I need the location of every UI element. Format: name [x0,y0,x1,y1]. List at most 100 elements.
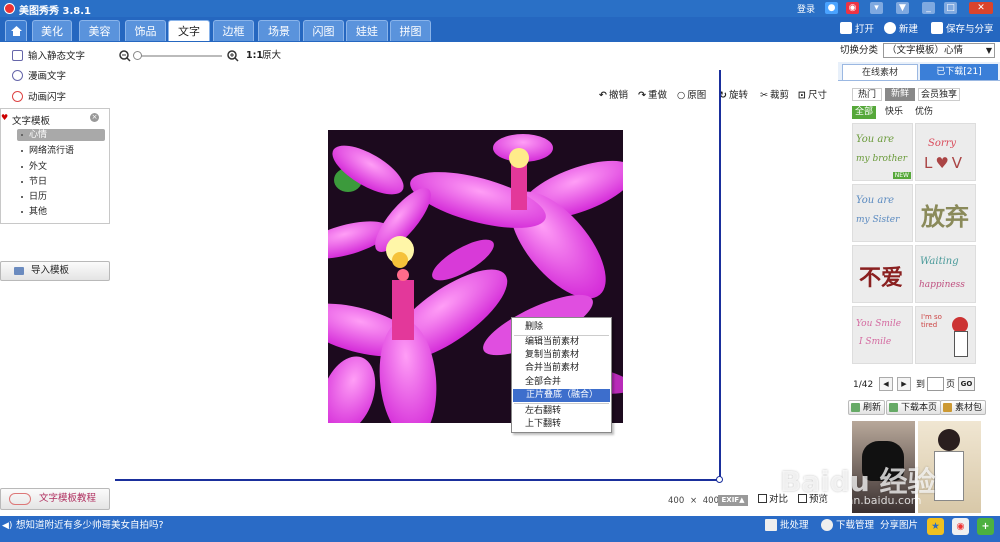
settings-icon[interactable]: ▼ [896,2,909,14]
tutorial-button[interactable]: 文字模板教程 [0,488,110,510]
skin-icon[interactable]: ▾ [870,2,883,14]
weibo-share-icon[interactable]: ◉ [952,518,969,535]
download-manage-button[interactable]: 下载管理 [836,516,874,536]
menu-flip-horizontal[interactable]: 左右翻转 [512,405,611,418]
next-page-button[interactable]: ▶ [897,377,911,391]
tab-online-material[interactable]: 在线素材 [842,64,918,80]
tab-text[interactable]: 文字 [168,20,210,41]
compare-icon [758,494,767,503]
maximize-icon[interactable]: □ [944,2,957,14]
save-share-button[interactable]: 保存与分享 [931,22,994,37]
folder-icon [840,22,852,34]
category-select[interactable]: （文字模板）心情 ▼ [883,43,995,58]
sticker-item[interactable]: You are my brother NEW [852,123,913,181]
weibo-icon[interactable]: ◉ [846,2,859,14]
sticker-text: tired [921,321,938,329]
filter-hot[interactable]: 热门 [852,88,882,101]
refresh-button[interactable]: 刷新 [848,400,886,415]
prev-page-button[interactable]: ◀ [879,377,893,391]
exif-button[interactable]: EXIF▲ [718,495,748,506]
canvas-guide-horizontal[interactable] [115,479,722,481]
filter-fresh[interactable]: 新鲜 [885,88,915,101]
tab-accessory[interactable]: 饰品 [125,20,166,41]
sticker-item[interactable]: Waiting happiness [915,245,976,303]
template-item-popular-phrases[interactable]: 网络流行语 [17,145,105,157]
download-manage-icon [821,519,833,531]
page-input[interactable] [927,377,944,391]
import-icon [14,267,24,275]
tab-beautify[interactable]: 美化 [32,20,72,41]
ratio-button[interactable]: 1:1 [246,50,263,62]
redo-button[interactable]: ↷ 重做 [638,90,667,102]
zoom-slider-thumb[interactable] [133,51,142,60]
sticker-item[interactable]: You are my Sister [852,184,913,242]
template-header: 文字模板 [12,116,51,127]
qq-icon[interactable]: ● [825,2,838,14]
resize-button[interactable]: ⊡ 尺寸 [798,90,827,102]
qzone-icon[interactable]: ★ [927,518,944,535]
rotate-button[interactable]: ↻ 旋转 [719,90,748,102]
menu-multiply-blend[interactable]: 正片叠底（融合） [513,389,610,402]
tab-downloaded[interactable]: 已下载[21] [920,64,998,80]
menu-flip-vertical[interactable]: 上下翻转 [512,418,611,431]
input-static-text-label: 输入静态文字 [28,51,86,62]
sticker-text: happiness [919,280,965,290]
sticker-item[interactable]: You Smile I Smile [852,306,913,364]
menu-merge-all[interactable]: 全部合并 [512,376,611,389]
undo-button[interactable]: ↶ 撤销 [599,90,628,102]
download-page-button[interactable]: 下载本页 [886,400,942,415]
subfilter-sad[interactable]: 优伤 [912,106,936,119]
input-static-text[interactable]: 输入静态文字 [12,50,85,64]
tab-collage[interactable]: 拼图 [390,20,431,41]
subfilter-all[interactable]: 全部 [852,106,876,119]
batch-icon [765,519,777,531]
home-tab[interactable] [5,20,27,41]
template-item-holiday[interactable]: 节日 [17,176,105,188]
original-size-button[interactable]: 原大 [262,50,281,62]
tab-frame[interactable]: 边框 [213,20,254,41]
collapse-icon[interactable]: × [90,113,99,122]
comic-text[interactable]: 漫画文字 [12,70,66,84]
sticker-item[interactable]: Sorry L♥V [915,123,976,181]
zoom-out-icon[interactable] [119,50,131,66]
sparkle-icon [12,91,23,102]
sticker-item[interactable]: 放弃 [915,184,976,242]
new-button[interactable]: 新建 [884,22,918,37]
login-link[interactable]: 登录 [797,2,815,15]
canvas-guide-vertical[interactable] [719,70,721,481]
menu-merge-material[interactable]: 合并当前素材 [512,362,611,375]
filter-vip[interactable]: 会员独享 [918,88,960,101]
menu-copy-material[interactable]: 复制当前素材 [512,349,611,362]
tip-text[interactable]: 想知道附近有多少帅哥美女自拍吗? [16,516,164,536]
tab-beauty[interactable]: 美容 [79,20,120,41]
menu-edit-material[interactable]: 编辑当前素材 [512,336,611,349]
minimize-icon[interactable]: _ [922,2,935,14]
template-item-foreign[interactable]: 外文 [17,161,105,173]
tab-doll[interactable]: 娃娃 [346,20,388,41]
original-button[interactable]: ○ 原图 [677,90,706,102]
left-panel: 输入静态文字 漫画文字 动画闪字 ♥ 文字模板 × 心情 网络流行语 外文 节日… [0,42,114,516]
template-item-other[interactable]: 其他 [17,206,105,218]
title-bar: 美图秀秀 3.8.1 登录 ● ◉ ▾ ▼ _ □ ✕ [0,0,1000,17]
subfilter-happy[interactable]: 快乐 [882,106,906,119]
import-template-button[interactable]: 导入模板 [0,261,110,281]
add-share-icon[interactable]: + [977,518,994,535]
tab-flash[interactable]: 闪图 [303,20,344,41]
resize-icon: ⊡ [798,90,806,101]
zoom-in-icon[interactable] [227,50,239,66]
tab-scene[interactable]: 场景 [258,20,300,41]
go-button[interactable]: GO [958,377,975,391]
close-icon[interactable]: ✕ [969,2,993,14]
menu-delete[interactable]: 删除 [512,321,611,334]
batch-button[interactable]: 批处理 [780,516,809,536]
zoom-slider[interactable] [135,55,222,57]
resize-handle[interactable] [716,476,723,483]
open-button[interactable]: 打开 [840,22,874,37]
sticker-item[interactable]: 不爱 [852,245,913,303]
template-item-mood[interactable]: 心情 [17,129,105,141]
template-item-calendar[interactable]: 日历 [17,191,105,203]
material-pack-button[interactable]: 素材包 [940,400,987,415]
crop-button[interactable]: ✂ 裁剪 [760,90,789,102]
animated-text[interactable]: 动画闪字 [12,91,66,105]
sticker-item[interactable]: I'm so tired [915,306,976,364]
